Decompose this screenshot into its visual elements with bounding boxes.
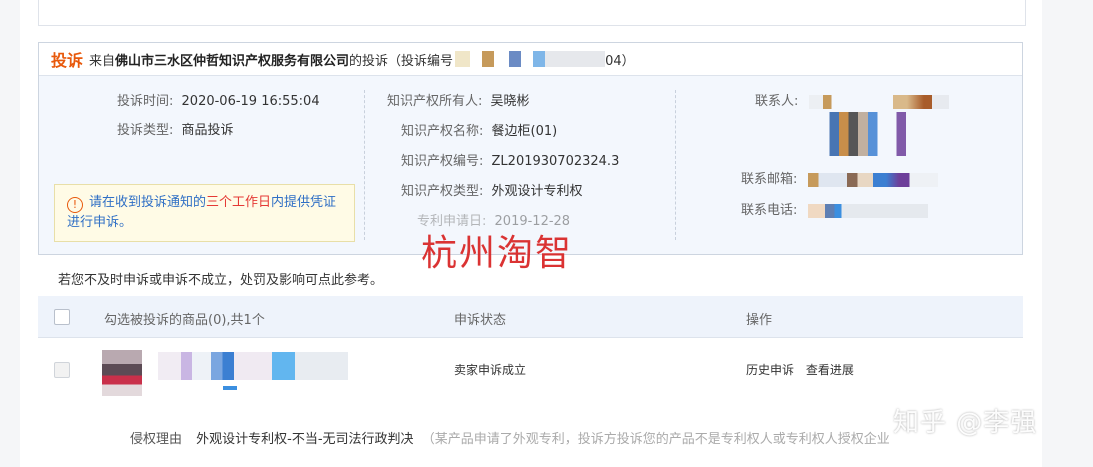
table-row: 卖家申诉成立 历史申诉 查看进展 xyxy=(38,338,1023,400)
row-actions: 历史申诉 查看进展 xyxy=(746,361,862,378)
complaint-id-prefix: 的投诉（投诉编号 xyxy=(349,53,454,69)
ip-name-label: 知识产权名称: xyxy=(401,124,484,139)
row-checkbox[interactable] xyxy=(54,362,70,378)
contact-person: 联系人: xyxy=(755,90,949,109)
table-header: 勾选被投诉的商品(0),共1个 申诉状态 操作 xyxy=(38,296,1023,338)
ip-type-value: 外观设计专利权 xyxy=(491,184,583,199)
complaint-type-value: 商品投诉 xyxy=(181,123,234,138)
penalty-hint-link[interactable]: 若您不及时申诉或申诉不成立，处罚及影响可点此参考。 xyxy=(58,269,383,288)
contact-email: 联系邮箱: xyxy=(741,168,938,187)
redacted-product-name[interactable] xyxy=(158,352,348,380)
complaint-time: 投诉时间: 2020-06-19 16:55:04 xyxy=(117,90,320,109)
redacted-contact-phone xyxy=(807,203,928,218)
right-gutter xyxy=(1042,0,1093,467)
complaint-header: 投诉 来自 佛山市三水区仲哲知识产权服务有限公司 的投诉（投诉编号 04） xyxy=(39,43,1022,76)
column-header-product: 勾选被投诉的商品(0),共1个 xyxy=(104,313,265,328)
contact-email-label: 联系邮箱: xyxy=(741,172,798,187)
reason-label: 侵权理由 xyxy=(130,432,183,447)
complaint-type-label: 投诉类型: xyxy=(117,123,174,138)
notice-text-prefix: 请在收到投诉通知的 xyxy=(89,195,207,210)
contact-phone-label: 联系电话: xyxy=(741,203,798,218)
ip-number: 知识产权编号: ZL201930702324.3 xyxy=(401,150,619,169)
contact-phone: 联系电话: xyxy=(741,199,928,218)
redacted-contact-block xyxy=(815,112,935,156)
complaint-details: 投诉时间: 2020-06-19 16:55:04 投诉类型: 商品投诉 ! 请在… xyxy=(39,76,1022,274)
history-appeal-link[interactable]: 历史申诉 xyxy=(746,363,794,377)
complaint-time-label: 投诉时间: xyxy=(117,94,174,109)
view-progress-link[interactable]: 查看进展 xyxy=(806,363,854,377)
column-header-status: 申诉状态 xyxy=(454,313,507,328)
complaint-type: 投诉类型: 商品投诉 xyxy=(117,119,234,138)
select-all-checkbox[interactable] xyxy=(54,309,70,325)
column-divider xyxy=(675,90,676,240)
ip-owner: 知识产权所有人: 吴晓彬 xyxy=(387,90,530,109)
ip-owner-label: 知识产权所有人: xyxy=(387,94,483,109)
column-header-actions: 操作 xyxy=(746,313,773,328)
redacted-contact-email xyxy=(807,172,938,187)
ip-owner-value: 吴晓彬 xyxy=(490,94,530,109)
reason-note: （某产品申请了外观专利，投诉方投诉您的产品不是专利权人或专利权人授权企业 xyxy=(421,432,890,447)
redacted-product-detail xyxy=(223,386,237,390)
appeal-deadline-notice: ! 请在收到投诉通知的三个工作日内提供凭证进行申诉。 xyxy=(54,184,355,242)
ip-number-value: ZL201930702324.3 xyxy=(491,154,620,169)
product-thumbnail[interactable] xyxy=(102,350,142,396)
column-divider xyxy=(364,90,365,240)
complaint-tag: 投诉 xyxy=(51,51,84,70)
ip-type: 知识产权类型: 外观设计专利权 xyxy=(401,180,583,199)
complaint-prefix: 来自 xyxy=(89,53,116,69)
appeal-status: 卖家申诉成立 xyxy=(454,363,527,377)
contact-person-label: 联系人: xyxy=(755,94,799,109)
ip-name: 知识产权名称: 餐边柜(01) xyxy=(401,120,557,139)
redacted-complaint-id xyxy=(455,51,606,67)
previous-panel-bottom xyxy=(38,0,1026,26)
ip-name-value: 餐边柜(01) xyxy=(491,124,558,139)
redacted-contact-person xyxy=(808,94,949,109)
complaint-panel: 投诉 来自 佛山市三水区仲哲知识产权服务有限公司 的投诉（投诉编号 04） 投诉… xyxy=(38,42,1023,274)
complainant-company: 佛山市三水区仲哲知识产权服务有限公司 xyxy=(115,53,350,69)
reason-value: 外观设计专利权-不当-无司法行政判决 xyxy=(196,432,414,447)
zhihu-watermark: 知乎 @李强 xyxy=(893,408,1038,438)
complaint-id-suffix: 04） xyxy=(605,53,635,69)
watermark-stamp: 杭州淘智 xyxy=(421,233,574,274)
warning-circle-icon: ! xyxy=(67,197,83,213)
notice-deadline: 三个工作日 xyxy=(206,195,272,210)
ip-type-label: 知识产权类型: xyxy=(401,184,484,199)
complaint-time-value: 2020-06-19 16:55:04 xyxy=(181,94,320,109)
infringement-reason: 侵权理由 外观设计专利权-不当-无司法行政判决 （某产品申请了外观专利，投诉方投… xyxy=(130,428,890,447)
ip-number-label: 知识产权编号: xyxy=(401,154,484,169)
